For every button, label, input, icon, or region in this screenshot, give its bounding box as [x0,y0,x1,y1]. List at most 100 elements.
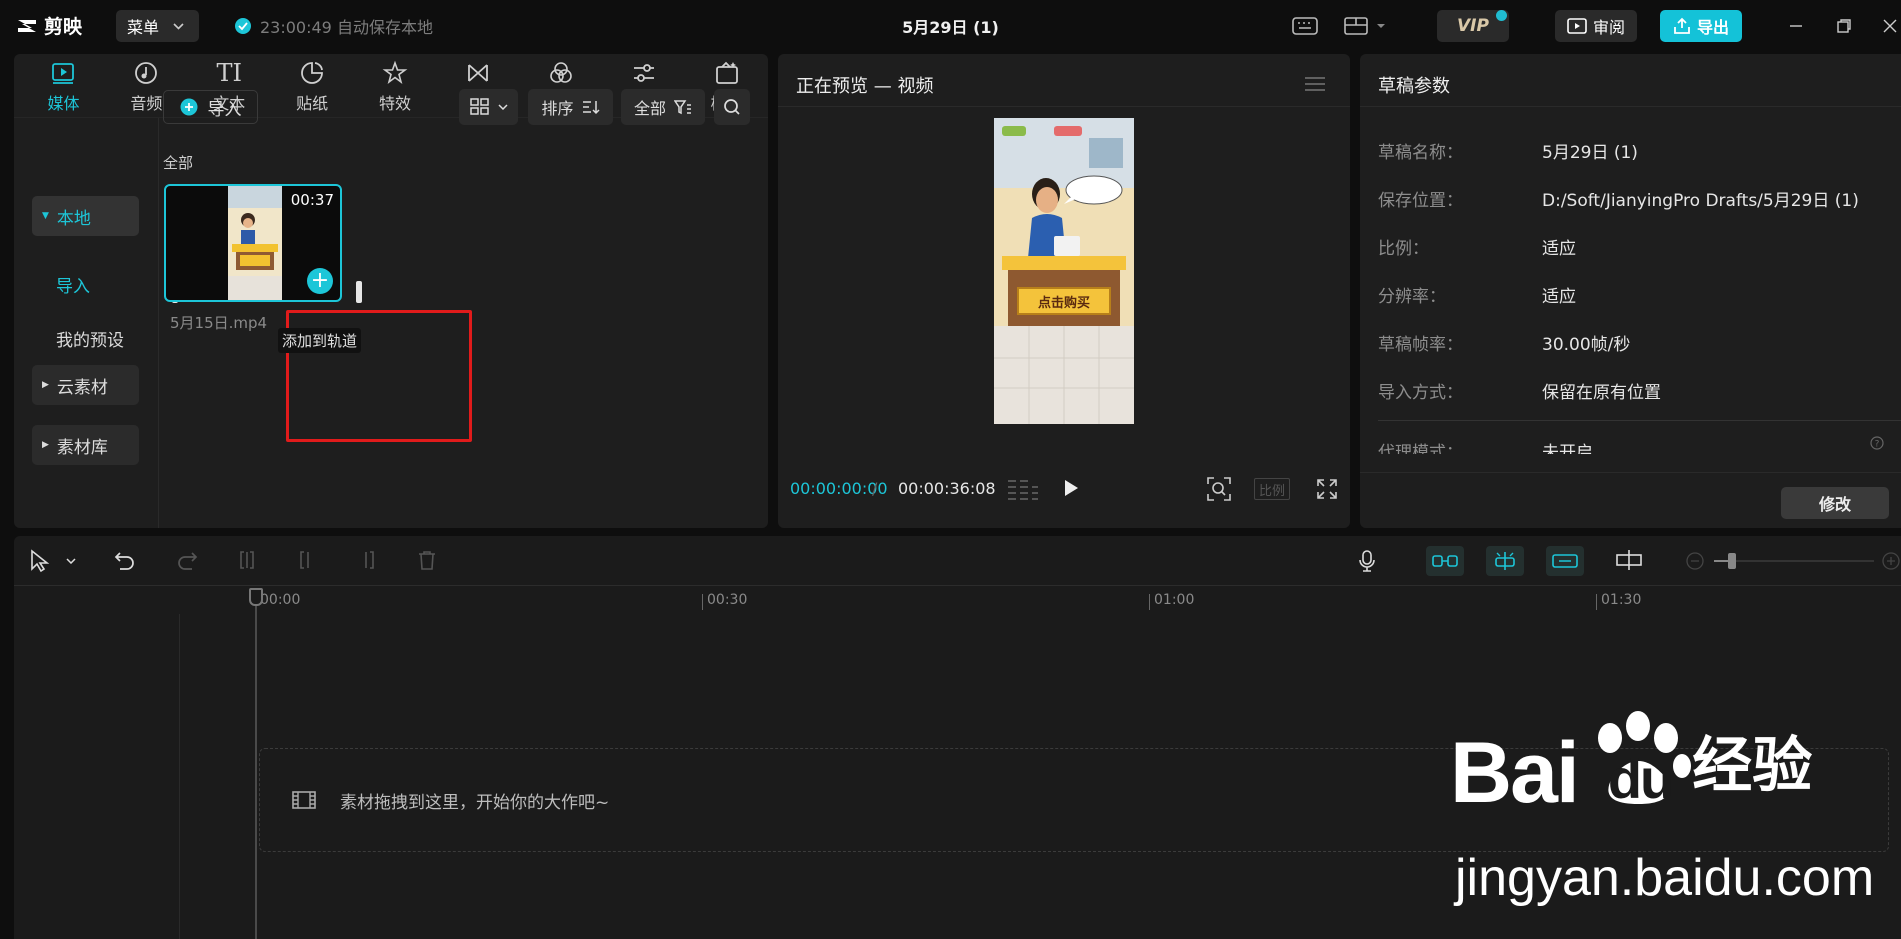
chevron-down-icon[interactable] [66,558,76,564]
main-menu-button[interactable]: 菜单 [116,10,199,42]
divider [778,106,1350,107]
notification-dot [1496,10,1507,21]
chevron-down-icon [1377,24,1385,28]
ruler-tick [1596,594,1597,610]
nav-library[interactable]: ▶ 素材库 [32,425,139,465]
shortcut-button[interactable] [1292,10,1318,42]
split-icon[interactable] [236,549,258,571]
search-icon [724,99,740,115]
fullscreen-icon[interactable] [1316,478,1338,500]
nav-import[interactable]: 导入 [56,272,90,297]
adjust-icon [633,64,654,82]
timeline-toolbar [14,536,1901,586]
poster-button-text: 点击购买 [1038,295,1090,311]
preview-panel: 正在预览 — 视频 点击购买 00:00:00:00 / 00:00:36:08… [778,54,1350,528]
ratio-button[interactable]: 比例 [1254,478,1290,500]
view-mode-button[interactable] [459,89,518,125]
trim-right-icon[interactable] [356,549,378,571]
zoom-slider-thumb[interactable] [1728,553,1736,569]
media-clip-thumbnail[interactable]: 00:37 + [164,184,342,302]
plus-circle-icon [180,98,197,116]
media-panel: 媒体 音频 TI 文本 贴纸 特效 转场 滤镜 调节 [14,54,768,528]
chevron-down-icon [173,22,184,30]
playhead[interactable] [249,588,263,939]
ruler-label: 01:00 [1154,592,1195,608]
hamburger-menu-icon[interactable] [1304,76,1326,92]
nav-my-presets[interactable]: 我的预设 [56,326,124,351]
fit-screen-icon[interactable] [1206,476,1232,502]
app-name: 剪映 [44,16,83,38]
params-list: 草稿名称： 5月29日 (1) 保存位置： D:/Soft/JianyingPro … [1360,114,1901,528]
total-time: 00:00:36:08 [898,479,996,498]
search-button[interactable] [714,89,750,125]
maximize-button[interactable] [1836,18,1852,34]
check-circle-icon [235,18,251,34]
sticker-icon [301,62,324,84]
media-icon [52,63,75,84]
delete-icon[interactable] [416,549,438,571]
track-drop-zone[interactable]: 素材拖拽到这里，开始你的大作吧~ [259,748,1889,852]
minimize-button[interactable] [1788,18,1804,34]
review-button[interactable]: 审阅 [1555,10,1637,42]
snap-icon [1432,555,1458,567]
magnet-snap-toggle[interactable] [1426,546,1464,576]
sort-button[interactable]: 排序 [528,89,613,125]
modify-label: 修改 [1818,495,1851,514]
divider [1360,106,1901,107]
playhead-handle[interactable] [249,588,263,606]
filter-all-button[interactable]: 全部 [621,89,705,125]
caret-right-icon: ▶ [42,440,49,450]
capcut-logo-icon [18,19,36,32]
title-bar: 剪映 菜单 23:00:49 自动保存本地 5月29日 (1) VIP 审阅 导… [0,0,1901,52]
template-icon [715,61,738,84]
export-button[interactable]: 导出 [1660,10,1742,42]
nav-cloud-label: 云素材 [56,377,108,398]
import-button[interactable]: 导入 [163,90,258,124]
grid-view-icon [469,98,489,115]
minimize-icon [1790,25,1802,27]
add-to-track-button[interactable]: + [307,268,333,294]
nav-local[interactable]: ▼ 本地 [32,196,139,236]
filter-icon [549,62,572,83]
layout-button[interactable] [1344,10,1386,42]
time-separator: / [872,479,878,498]
track-header-column [14,614,180,939]
waveform-icon[interactable] [1006,478,1038,500]
keyboard-icon [1292,17,1318,35]
select-cursor-icon[interactable] [28,549,50,573]
nav-cloud[interactable]: ▶ 云素材 [32,365,139,405]
split-track-icon[interactable] [1614,549,1644,571]
help-icon[interactable]: ? [1870,436,1884,450]
review-icon [1567,18,1587,34]
ruler-tick [1149,594,1150,610]
zoom-in-icon[interactable] [1882,552,1900,570]
add-to-track-tooltip: 添加到轨道 [278,328,362,353]
section-label-all: 全部 [163,154,194,172]
zoom-out-icon[interactable] [1686,552,1704,570]
tab-media[interactable]: 媒体 [22,54,105,117]
clip-preview-image [228,186,282,300]
watermark-url: jingyan.baidu.com [1455,849,1875,907]
play-icon[interactable] [1062,478,1080,498]
time-ruler[interactable]: 00:00 00:30 01:00 01:30 [14,586,1901,614]
ruler-label: 00:00 [260,592,301,608]
modify-button[interactable]: 修改 [1781,487,1889,519]
close-button[interactable] [1882,18,1898,34]
preview-axis-toggle[interactable] [1546,546,1584,576]
clip-filename: 5月15日.mp4 [170,314,268,332]
tab-effects[interactable]: 特效 [354,54,437,117]
redo-icon[interactable] [176,549,198,571]
zoom-slider-track[interactable] [1714,560,1874,562]
film-strip-icon [292,791,316,809]
vip-button[interactable]: VIP [1437,10,1509,42]
param-row-clipped: 代理模式： 未开启 ? [1360,434,1901,454]
trim-left-icon[interactable] [296,549,318,571]
microphone-icon[interactable] [1356,549,1378,573]
tab-sticker[interactable]: 贴纸 [271,54,354,117]
linkage-toggle[interactable] [1486,546,1524,576]
params-title: 草稿参数 [1378,76,1450,97]
close-icon [1883,19,1897,33]
undo-icon[interactable] [114,549,136,571]
clip-handle-right[interactable] [356,281,362,303]
link-clips-icon [1552,554,1578,568]
